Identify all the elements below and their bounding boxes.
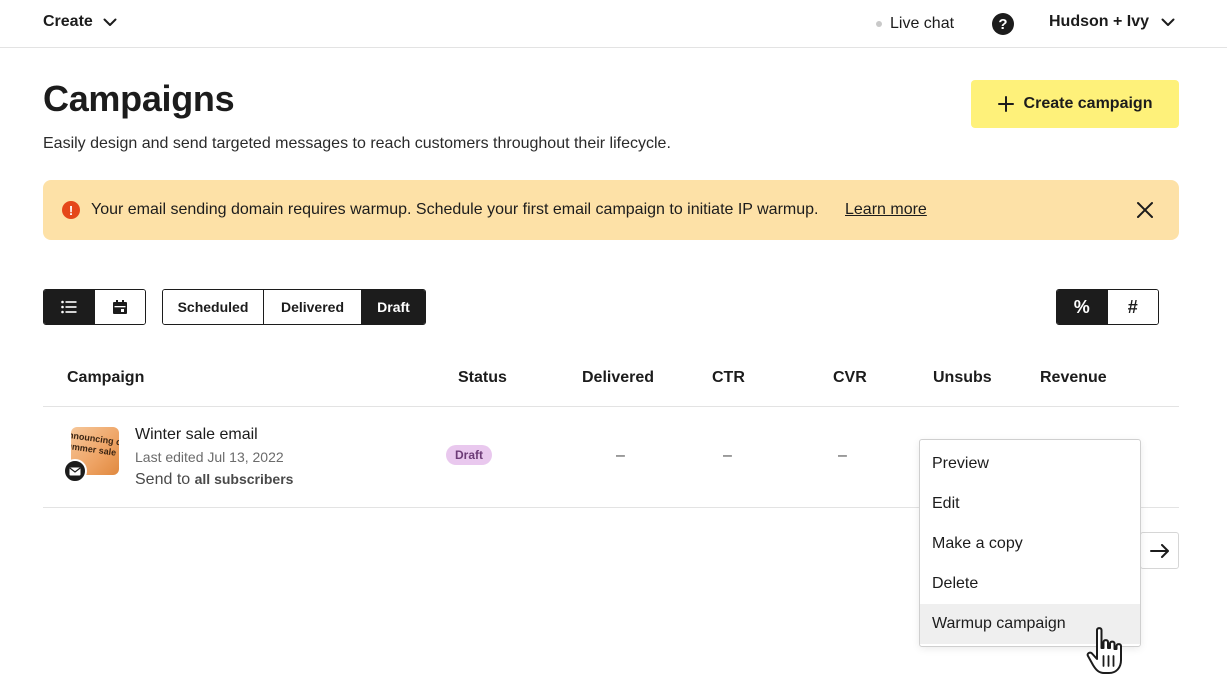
campaign-name[interactable]: Winter sale email — [135, 426, 258, 444]
arrow-right-icon — [1149, 543, 1169, 558]
cvr-value: – — [838, 447, 847, 464]
column-status[interactable]: Status — [458, 369, 507, 387]
percent-button[interactable]: % — [1057, 290, 1108, 324]
learn-more-link[interactable]: Learn more — [845, 201, 927, 219]
menu-item-delete[interactable]: Delete — [920, 564, 1140, 604]
plus-icon — [997, 96, 1014, 112]
live-chat-label: Live chat — [890, 15, 955, 32]
list-icon — [60, 300, 77, 314]
row-actions-menu: Preview Edit Make a copy Delete Warmup c… — [919, 439, 1141, 647]
close-icon[interactable] — [1136, 201, 1154, 219]
next-page-button[interactable] — [1140, 532, 1179, 569]
list-view-button[interactable] — [44, 290, 95, 324]
create-menu-label: Create — [43, 13, 93, 30]
live-chat-link[interactable]: Live chat — [876, 15, 954, 33]
column-unsubs[interactable]: Unsubs — [933, 369, 992, 387]
account-menu[interactable]: Hudson + Ivy — [1049, 13, 1175, 31]
create-menu[interactable]: Create — [43, 13, 117, 31]
page-title: Campaigns — [43, 78, 235, 119]
create-campaign-button[interactable]: Create campaign — [971, 80, 1179, 128]
filter-draft[interactable]: Draft — [362, 290, 425, 324]
column-ctr[interactable]: CTR — [712, 369, 745, 387]
email-icon — [63, 459, 87, 483]
alert-message: Your email sending domain requires warmu… — [91, 201, 819, 218]
status-dot-icon — [876, 21, 882, 27]
filter-scheduled[interactable]: Scheduled — [163, 290, 264, 324]
calendar-icon — [112, 300, 127, 314]
page-subtitle: Easily design and send targeted messages… — [43, 135, 671, 152]
account-name: Hudson + Ivy — [1049, 13, 1150, 30]
column-cvr[interactable]: CVR — [833, 369, 867, 387]
chevron-down-icon — [1161, 18, 1175, 26]
calendar-view-button[interactable] — [94, 290, 145, 324]
campaign-edited-date: Last edited Jul 13, 2022 — [135, 449, 284, 465]
status-filter: Scheduled Delivered Draft — [162, 289, 426, 325]
menu-item-make-copy[interactable]: Make a copy — [920, 524, 1140, 564]
status-badge: Draft — [446, 445, 493, 465]
column-campaign[interactable]: Campaign — [67, 369, 144, 387]
top-bar: Create Live chat ? Hudson + Ivy — [0, 0, 1227, 48]
count-button[interactable]: # — [1107, 290, 1158, 324]
help-icon[interactable]: ? — [992, 13, 1014, 35]
audience-prefix: Send to — [135, 471, 191, 488]
campaign-audience: Send to all subscribers — [135, 471, 293, 489]
audience-target: all subscribers — [194, 471, 294, 487]
menu-item-preview[interactable]: Preview — [920, 444, 1140, 484]
metric-toggle: % # — [1056, 289, 1159, 325]
chevron-down-icon — [103, 18, 117, 26]
thumbnail-text: nnouncing o ummer sale — [71, 429, 119, 458]
hand-pointer-cursor-icon — [1086, 627, 1122, 674]
column-delivered[interactable]: Delivered — [582, 369, 654, 387]
delivered-value: – — [616, 447, 625, 464]
create-campaign-label: Create campaign — [1023, 95, 1153, 112]
view-toggle — [43, 289, 146, 325]
table-divider — [43, 406, 1179, 407]
menu-item-edit[interactable]: Edit — [920, 484, 1140, 524]
filter-delivered[interactable]: Delivered — [264, 290, 362, 324]
ctr-value: – — [723, 447, 732, 464]
warning-icon: ! — [62, 201, 80, 219]
warmup-alert: ! Your email sending domain requires war… — [43, 180, 1179, 240]
column-revenue[interactable]: Revenue — [1040, 369, 1107, 387]
